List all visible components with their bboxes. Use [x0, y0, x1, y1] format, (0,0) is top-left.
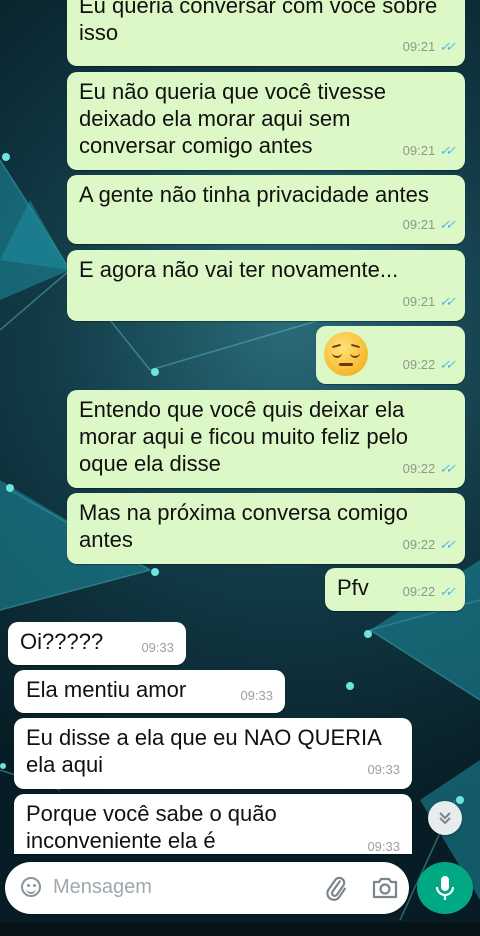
- message-time: 09:22: [402, 461, 436, 476]
- attach-icon[interactable]: [323, 875, 349, 901]
- mic-icon: [435, 876, 455, 900]
- message-time: 09:22: [402, 537, 436, 552]
- message-bubble-outgoing[interactable]: 09:22 ✓✓: [316, 326, 465, 384]
- message-time: 09:33: [141, 640, 174, 655]
- read-ticks-icon: ✓✓: [439, 39, 456, 54]
- camera-icon[interactable]: [371, 875, 399, 901]
- message-time: 09:22: [402, 584, 436, 599]
- message-bubble-outgoing[interactable]: Eu não queria que você tivesse deixado e…: [67, 72, 465, 170]
- message-time: 09:21: [402, 39, 436, 54]
- read-ticks-icon: ✓✓: [439, 357, 456, 372]
- scroll-to-bottom-button[interactable]: [428, 801, 462, 835]
- read-ticks-icon: ✓✓: [439, 294, 456, 309]
- double-chevron-down-icon: [439, 812, 451, 825]
- pensive-face-icon: [324, 332, 368, 376]
- message-input[interactable]: [51, 875, 295, 900]
- message-text: Mas na próxima conversa comigo antes: [79, 500, 408, 552]
- read-ticks-icon: ✓✓: [439, 143, 456, 158]
- message-time: 09:22: [402, 357, 436, 372]
- message-time: 09:33: [367, 839, 400, 854]
- message-text: Eu disse a ela que eu NAO QUERIA ela aqu…: [26, 725, 382, 777]
- message-time: 09:33: [240, 688, 273, 703]
- message-bubble-outgoing[interactable]: A gente não tinha privacidade antes 09:2…: [67, 175, 465, 244]
- message-composer: [5, 862, 409, 914]
- message-bubble-incoming[interactable]: Eu disse a ela que eu NAO QUERIA ela aqu…: [14, 718, 412, 789]
- message-text: Eu queria conversar com você sobre isso: [79, 0, 438, 45]
- mic-button[interactable]: [417, 862, 473, 914]
- message-text: Ela mentiu amor: [26, 677, 187, 702]
- read-ticks-icon: ✓✓: [439, 537, 456, 552]
- message-bubble-outgoing[interactable]: Entendo que você quis deixar ela morar a…: [67, 390, 465, 488]
- read-ticks-icon: ✓✓: [439, 584, 456, 599]
- message-bubble-incoming[interactable]: Oi????? 09:33: [8, 622, 186, 665]
- message-time: 09:21: [402, 143, 436, 158]
- message-bubble-incoming[interactable]: Ela mentiu amor 09:33: [14, 670, 285, 713]
- message-time: 09:21: [402, 294, 436, 309]
- bottom-edge: [0, 922, 480, 936]
- message-bubble-incoming[interactable]: Porque você sabe o quão inconveniente el…: [14, 794, 412, 854]
- message-text: A gente não tinha privacidade antes: [79, 182, 429, 207]
- message-text: E agora não vai ter novamente...: [79, 257, 399, 282]
- read-ticks-icon: ✓✓: [439, 461, 456, 476]
- message-text: Porque você sabe o quão inconveniente el…: [26, 801, 277, 853]
- message-bubble-outgoing[interactable]: E agora não vai ter novamente... 09:21 ✓…: [67, 250, 465, 321]
- message-text: Entendo que você quis deixar ela morar a…: [79, 397, 408, 476]
- message-time: 09:21: [402, 217, 436, 232]
- message-bubble-outgoing[interactable]: Eu queria conversar com você sobre isso …: [67, 0, 465, 66]
- emoji-icon[interactable]: [21, 877, 41, 897]
- message-time: 09:33: [367, 762, 400, 777]
- message-text: Eu não queria que você tivesse deixado e…: [79, 79, 386, 158]
- message-bubble-outgoing[interactable]: Mas na próxima conversa comigo antes 09:…: [67, 493, 465, 564]
- read-ticks-icon: ✓✓: [439, 217, 456, 232]
- message-bubble-outgoing[interactable]: Pfv 09:22 ✓✓: [325, 568, 465, 611]
